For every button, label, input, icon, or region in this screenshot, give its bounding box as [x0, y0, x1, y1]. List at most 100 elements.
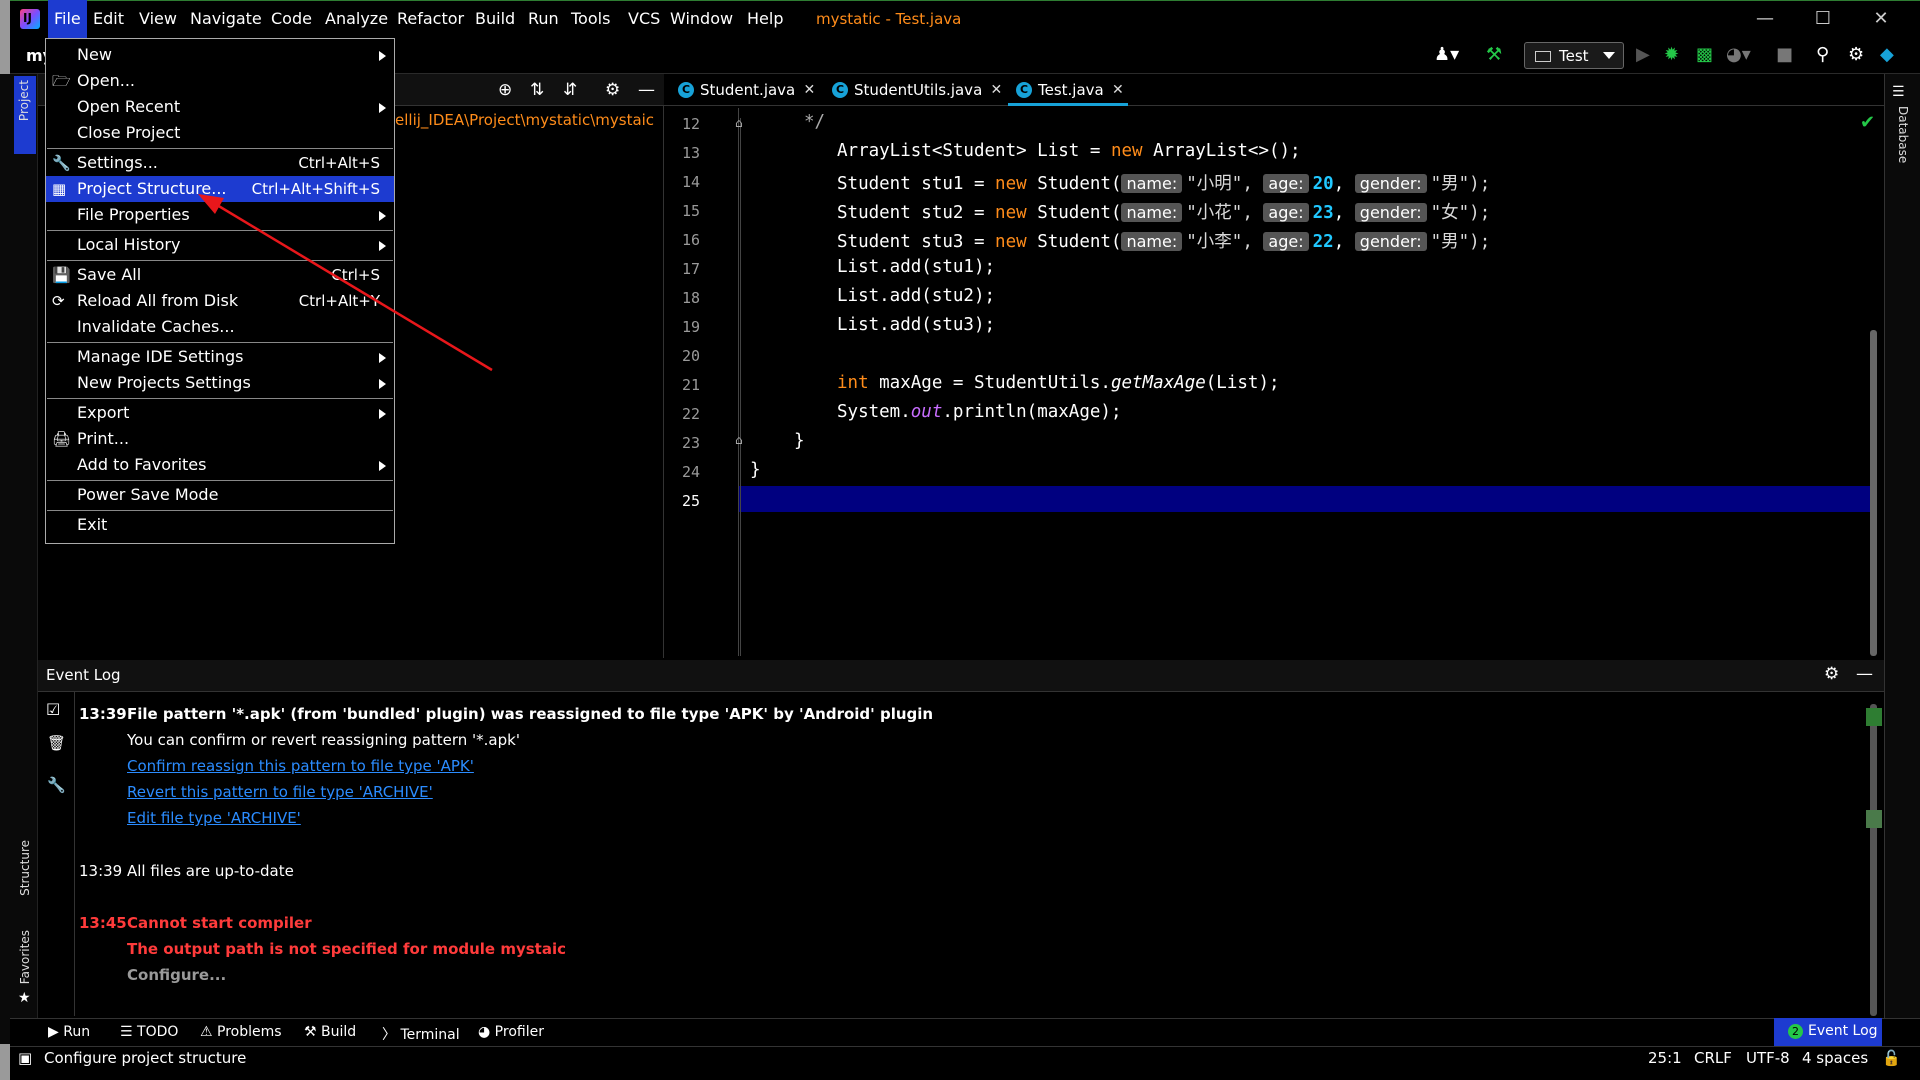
line-separator[interactable]: CRLF	[1694, 1049, 1732, 1067]
menu-run[interactable]: Run	[522, 0, 565, 38]
database-tool-tab[interactable]: Database	[1896, 106, 1910, 163]
menu-file[interactable]: File	[48, 0, 87, 38]
menu-view[interactable]: View	[133, 0, 183, 38]
fold-marker-icon[interactable]: ⌂	[735, 433, 743, 447]
submenu-arrow-icon	[379, 353, 386, 363]
no-problems-check-icon[interactable]: ✔	[1860, 112, 1875, 133]
current-line-number: 25	[681, 492, 700, 510]
trash-icon[interactable]: 🗑	[47, 734, 66, 752]
todo-tool-button[interactable]: ☰ TODO	[120, 1024, 178, 1040]
folder-icon: 🗁	[52, 72, 71, 90]
debug-icon[interactable]: ✹	[1664, 45, 1679, 65]
menu-build[interactable]: Build	[469, 0, 521, 38]
menu-item-local-history[interactable]: Local History	[46, 232, 394, 258]
event-log-tool-button[interactable]: 2 Event Log	[1774, 1018, 1882, 1046]
menu-item-print[interactable]: 🖨 Print...	[46, 426, 394, 452]
user-icon[interactable]: ♟▾	[1434, 45, 1459, 65]
settings-wrench-icon[interactable]: 🔧	[47, 776, 66, 794]
gear-icon[interactable]: ⚙	[1848, 45, 1864, 65]
indent-setting[interactable]: 4 spaces	[1802, 1049, 1868, 1067]
menu-tools[interactable]: Tools	[565, 0, 616, 38]
log-time: 13:39	[79, 862, 123, 880]
menu-separator	[47, 148, 393, 149]
run-config-icon	[1535, 51, 1551, 62]
menu-code[interactable]: Code	[265, 0, 318, 38]
project-tool-tab[interactable]: Project	[14, 76, 36, 154]
terminal-tool-button[interactable]: 〉 Terminal	[382, 1024, 460, 1044]
problems-tool-button[interactable]: ⚠ Problems	[200, 1024, 282, 1040]
minimize-button[interactable]: —	[1736, 0, 1794, 38]
param-hint: gender:	[1354, 232, 1427, 251]
menu-item-add-to-favorites[interactable]: Add to Favorites	[46, 452, 394, 478]
code-line-23: }	[794, 431, 805, 451]
revert-pattern-link[interactable]: Revert this pattern to file type 'ARCHIV…	[127, 783, 433, 801]
event-log-scrollbar[interactable]	[1870, 704, 1877, 1016]
collapse-all-icon[interactable]: ⇵	[563, 80, 577, 100]
menu-item-save-all[interactable]: 💾 Save All Ctrl+S	[46, 262, 394, 288]
profiler-tool-button[interactable]: ◕ Profiler	[478, 1024, 544, 1040]
profile-icon[interactable]: ◕▾	[1726, 45, 1751, 65]
close-tab-icon[interactable]: ✕	[991, 74, 1003, 106]
menu-help[interactable]: Help	[741, 0, 789, 38]
hide-panel-icon[interactable]: —	[638, 80, 655, 100]
menu-item-open-recent[interactable]: Open Recent	[46, 94, 394, 120]
close-window-button[interactable]: ✕	[1852, 0, 1910, 38]
event-count-badge: 2	[1788, 1024, 1803, 1039]
menu-item-file-properties[interactable]: File Properties	[46, 202, 394, 228]
run-tool-button[interactable]: ▶ Run	[48, 1024, 90, 1040]
menu-item-close-project[interactable]: Close Project	[46, 120, 394, 146]
menu-item-manage-ide-settings[interactable]: Manage IDE Settings	[46, 344, 394, 370]
build-hammer-icon[interactable]: ⚒	[1486, 45, 1502, 65]
edit-file-type-link[interactable]: Edit file type 'ARCHIVE'	[127, 809, 301, 827]
menu-item-power-save-mode[interactable]: Power Save Mode	[46, 482, 394, 508]
menu-item-reload-all[interactable]: ⟳ Reload All from Disk Ctrl+Alt+Y	[46, 288, 394, 314]
hide-event-log-icon[interactable]: —	[1856, 664, 1873, 684]
line-number: 12	[681, 115, 700, 133]
close-tab-icon[interactable]: ✕	[804, 74, 816, 106]
menu-item-invalidate-caches[interactable]: Invalidate Caches...	[46, 314, 394, 340]
stop-icon[interactable]: ■	[1776, 45, 1793, 65]
event-log-gear-icon[interactable]: ⚙	[1824, 664, 1839, 684]
tab-test-java[interactable]: C Test.java ✕	[1008, 74, 1128, 106]
mark-all-read-icon[interactable]: ☑	[46, 700, 60, 719]
expand-all-icon[interactable]: ⇅	[530, 80, 544, 100]
project-structure-icon: ▦	[52, 180, 67, 198]
build-tool-button[interactable]: ⚒ Build	[304, 1024, 356, 1040]
menu-analyze[interactable]: Analyze	[319, 0, 394, 38]
menu-edit[interactable]: Edit	[87, 0, 130, 38]
status-layout-icon[interactable]: ▣	[18, 1049, 32, 1067]
run-configuration-select[interactable]: Test	[1524, 42, 1624, 69]
fold-marker-icon[interactable]: ⌂	[735, 116, 743, 130]
menu-item-settings[interactable]: 🔧 Settings... Ctrl+Alt+S	[46, 150, 394, 176]
file-encoding[interactable]: UTF-8	[1746, 1049, 1790, 1067]
tab-studentutils-java[interactable]: C StudentUtils.java ✕	[824, 74, 1006, 106]
coverage-icon[interactable]: ▩	[1696, 45, 1713, 65]
confirm-reassign-link[interactable]: Confirm reassign this pattern to file ty…	[127, 757, 474, 775]
menu-item-project-structure[interactable]: ▦ Project Structure... Ctrl+Alt+Shift+S	[46, 176, 394, 202]
menu-item-new-projects-settings[interactable]: New Projects Settings	[46, 370, 394, 396]
status-bar	[10, 1046, 1920, 1080]
menu-item-export[interactable]: Export	[46, 400, 394, 426]
menu-item-open[interactable]: 🗁 Open...	[46, 68, 394, 94]
menu-item-new[interactable]: New	[46, 42, 394, 68]
maximize-button[interactable]: ☐	[1794, 0, 1852, 38]
jetbrains-toolbox-icon[interactable]: ◆	[1880, 45, 1894, 65]
panel-gear-icon[interactable]: ⚙	[605, 80, 620, 100]
tab-student-java[interactable]: C Student.java ✕	[670, 74, 819, 106]
menu-item-exit[interactable]: Exit	[46, 512, 394, 538]
favorites-tool-tab[interactable]: Favorites	[18, 930, 32, 984]
menu-vcs[interactable]: VCS	[622, 0, 666, 38]
structure-tool-tab[interactable]: Structure	[18, 840, 32, 896]
run-icon[interactable]: ▶	[1636, 45, 1650, 65]
close-tab-icon[interactable]: ✕	[1112, 74, 1124, 106]
project-root-path[interactable]: ellij_IDEA\Project\mystatic\mystaic	[395, 111, 654, 129]
locate-icon[interactable]: ⊕	[498, 80, 512, 100]
menu-refactor[interactable]: Refactor	[391, 0, 470, 38]
search-icon[interactable]: ⚲	[1816, 45, 1829, 65]
menu-window[interactable]: Window	[664, 0, 739, 38]
caret-position[interactable]: 25:1	[1648, 1049, 1682, 1067]
menu-navigate[interactable]: Navigate	[184, 0, 268, 38]
configure-link[interactable]: Configure...	[127, 966, 226, 984]
editor-scrollbar[interactable]	[1870, 330, 1877, 656]
lock-icon[interactable]: 🔓	[1882, 1049, 1901, 1067]
